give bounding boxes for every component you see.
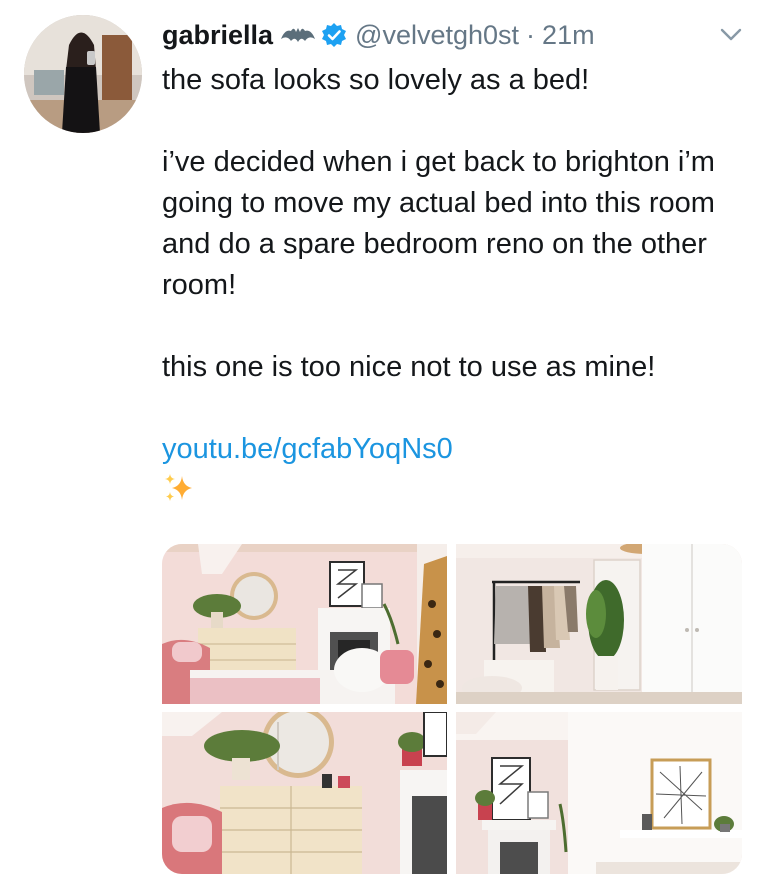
pink-chair-and-dresser [162,712,447,874]
verified-badge-icon [321,22,347,48]
media-photo[interactable] [456,712,742,874]
tweet-header: gabriella @velvetgh0st · 21m [162,16,595,54]
clothes-rail-and-wardrobe [456,544,742,704]
tweet-paragraph: this one is too nice not to use as mine! [162,351,656,383]
fireplace-and-framed-map [456,712,742,874]
separator: · [526,19,536,50]
tweet-body: the sofa looks so lovely as a bed! i’ve … [162,60,742,518]
media-grid [162,544,742,874]
sparkles-icon [162,472,196,506]
avatar[interactable] [24,15,142,133]
media-photo[interactable] [456,544,742,704]
user-handle[interactable]: @velvetgh0st [355,20,519,51]
chevron-down-icon[interactable] [718,24,744,44]
tweet-paragraph: i’ve decided when i get back to brighton… [162,146,715,301]
display-name[interactable]: gabriella [162,20,273,51]
tweet-paragraph: the sofa looks so lovely as a bed! [162,64,590,96]
tweet-link[interactable]: youtu.be/gcfabYoqNs0 [162,433,453,465]
media-photo[interactable] [162,712,447,874]
timestamp[interactable]: 21m [542,20,595,51]
media-photo[interactable] [162,544,447,704]
profile-photo [24,15,142,133]
bat-icon [281,25,316,45]
bedroom-with-mirror-and-dresser [162,544,447,704]
